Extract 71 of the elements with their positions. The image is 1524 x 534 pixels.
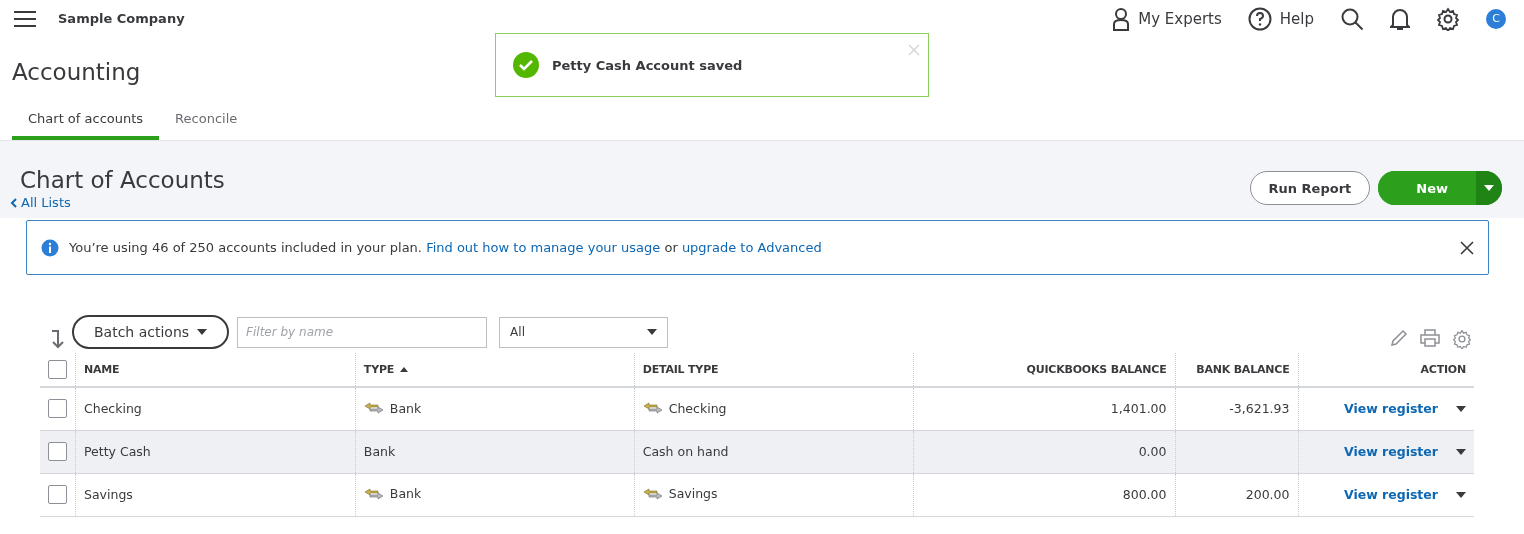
help-icon: [1247, 6, 1272, 31]
table-cell: 800.00: [1122, 487, 1167, 502]
experts-link[interactable]: My Experts: [1112, 6, 1222, 31]
column-header[interactable]: ACTION: [1420, 363, 1466, 376]
check-circle-icon: [512, 51, 540, 79]
caret-icon: [197, 329, 208, 335]
column-header[interactable]: TYPE: [363, 363, 409, 376]
printer-icon[interactable]: [1420, 329, 1440, 347]
table-cell: Petty Cash: [84, 444, 151, 459]
table-cell: 1,401.00: [1110, 401, 1167, 417]
table-cell: -3,621.93: [1229, 401, 1290, 417]
help-link[interactable]: Help: [1247, 6, 1314, 31]
caret-icon: [647, 329, 658, 335]
caret-icon: [1456, 448, 1466, 455]
select-all-checkbox[interactable]: [48, 360, 67, 379]
table-row[interactable]: Checking Bank Checking 1,401.00 -3,621.93 View register: [40, 387, 1474, 430]
company-name: Sample Company: [58, 11, 185, 26]
view-register-link[interactable]: View register: [1343, 401, 1438, 417]
arrows-icon: [642, 487, 663, 500]
table-row[interactable]: Savings Bank Savings 800.00 200.00 View register: [40, 473, 1474, 516]
close-icon[interactable]: [1460, 240, 1474, 255]
usage-link[interactable]: Find out how to manage your usage: [426, 240, 661, 255]
sort-up-icon: [400, 367, 409, 372]
arrows-icon: [363, 487, 384, 500]
table-cell: Cash on hand: [642, 444, 729, 459]
user-avatar[interactable]: C: [1486, 8, 1506, 29]
column-header[interactable]: QUICKBOOKS BALANCE: [1026, 363, 1167, 376]
chevron-left-icon: [10, 197, 17, 208]
run-report-button[interactable]: Run Report: [1249, 171, 1371, 205]
caret-icon: [1484, 185, 1494, 191]
table-row[interactable]: Petty Cash Bank Cash on hand 0.00 View register: [40, 430, 1474, 473]
table-cell: Bank: [363, 400, 422, 416]
search-icon[interactable]: [1340, 6, 1364, 31]
table-cell: 0.00: [1138, 444, 1167, 459]
table-cell: Checking: [84, 401, 142, 417]
upgrade-link[interactable]: upgrade to Advanced: [681, 240, 822, 255]
batch-actions-button[interactable]: Batch actions: [72, 315, 230, 349]
toast-message: Petty Cash Account saved: [552, 57, 743, 73]
page-title: Accounting: [12, 59, 141, 85]
bell-icon[interactable]: [1390, 6, 1410, 31]
column-header[interactable]: DETAIL TYPE: [642, 363, 719, 376]
menu-icon[interactable]: [14, 10, 36, 27]
caret-icon: [1456, 405, 1466, 412]
column-header[interactable]: BANK BALANCE: [1196, 363, 1290, 376]
arrows-icon: [363, 402, 384, 414]
new-dropdown-button[interactable]: [1476, 171, 1502, 205]
section-title: Chart of Accounts: [20, 167, 225, 193]
table-cell: 200.00: [1245, 487, 1290, 502]
arrow-down-icon[interactable]: [50, 329, 66, 349]
tab[interactable]: Reconcile: [159, 111, 254, 140]
back-link[interactable]: All Lists: [10, 195, 225, 210]
caret-icon: [1456, 491, 1466, 498]
column-header[interactable]: NAME: [84, 363, 120, 376]
table-cell: Savings: [84, 487, 133, 502]
table-cell: Bank: [363, 486, 422, 502]
type-select[interactable]: All: [499, 316, 669, 348]
view-register-link[interactable]: View register: [1343, 487, 1438, 502]
person-icon: [1112, 6, 1131, 31]
pencil-icon[interactable]: [1390, 329, 1408, 347]
table-cell: Bank: [363, 444, 396, 459]
info-icon: [41, 238, 59, 257]
table-cell: Savings: [642, 486, 718, 502]
row-checkbox[interactable]: [48, 485, 67, 504]
arrows-icon: [642, 402, 663, 414]
banner-text: You’re using 46 of 250 accounts included in your plan. Find out how to manage your usage or upgrade to Advanced: [69, 240, 822, 255]
view-register-link[interactable]: View register: [1343, 444, 1438, 459]
row-checkbox[interactable]: [48, 399, 67, 419]
table-cell: Checking: [642, 400, 727, 416]
filter-field[interactable]: Filter by name: [237, 316, 488, 348]
row-checkbox[interactable]: [48, 442, 67, 461]
settings-icon[interactable]: [1436, 6, 1460, 31]
